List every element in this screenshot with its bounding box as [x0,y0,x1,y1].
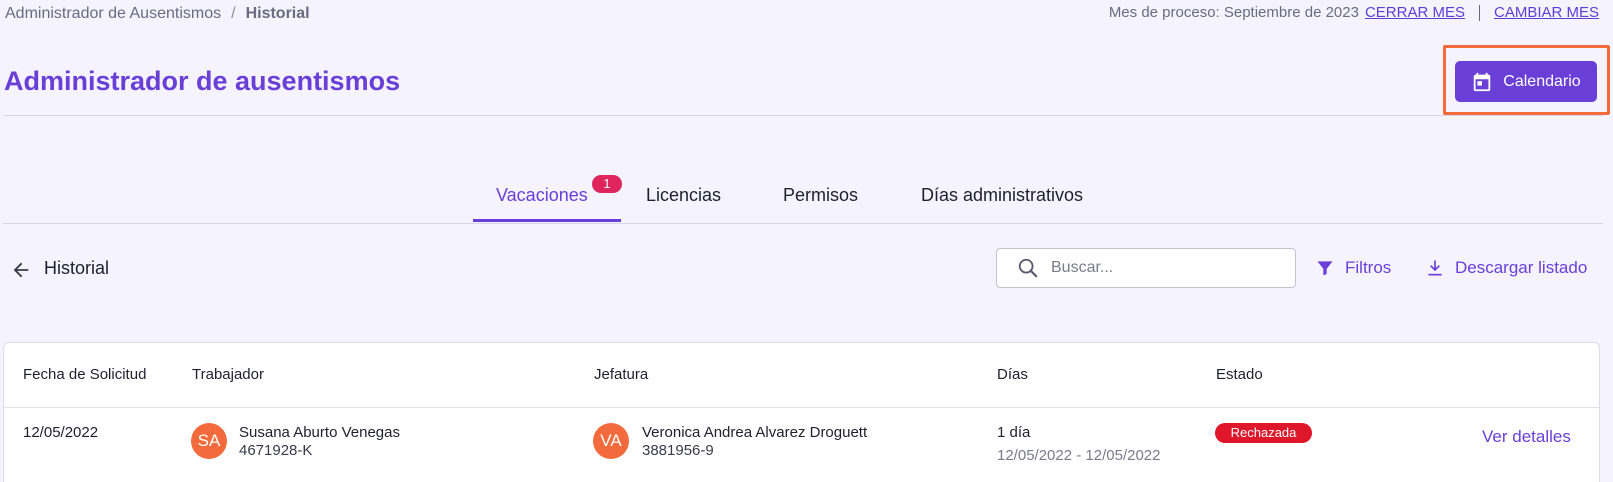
change-month-link[interactable]: CAMBIAR MES [1494,4,1599,21]
request-date: 12/05/2022 [23,424,99,441]
page-title: Administrador de ausentismos [4,66,401,96]
top-bar: Administrador de Ausentismos / Historial… [0,0,1613,26]
process-month-label: Mes de proceso: Septiembre de 2023 [1108,4,1359,21]
worker-id: 4671928-K [239,442,313,459]
status-badge: Rechazada [1215,423,1312,443]
breadcrumb-separator: / [231,5,236,22]
tab-badge: 1 [592,175,622,193]
section-title: Historial [44,258,110,278]
boss-id: 3881956-9 [642,442,714,459]
calendar-button-label: Calendario [1503,72,1581,90]
avatar: VA [593,423,629,459]
filters-label: Filtros [1345,258,1392,277]
tab-permisos[interactable]: Permisos [783,185,858,206]
header-divider [3,115,1603,116]
history-table: Fecha de Solicitud Trabajador Jefatura D… [3,342,1600,482]
breadcrumb-root[interactable]: Administrador de Ausentismos [5,5,221,23]
column-header-estado: Estado [1216,366,1263,383]
date-range: 12/05/2022 - 12/05/2022 [997,447,1161,464]
search-box[interactable] [996,248,1296,288]
arrow-left-icon[interactable] [10,259,32,281]
close-month-link[interactable]: CERRAR MES [1365,4,1465,21]
header-rule [4,407,1599,408]
section-toolbar: Historial Filtros Descargar listado [0,245,1613,290]
days-count: 1 día [997,424,1031,441]
process-month-bar: Mes de proceso: Septiembre de 2023 CERRA… [1109,4,1599,21]
tabs-divider [3,223,1603,224]
column-header-trabajador: Trabajador [192,366,264,383]
column-header-jefatura: Jefatura [594,366,649,383]
active-tab-indicator [473,219,621,222]
calendar-button[interactable]: Calendario [1455,61,1597,102]
search-icon [1018,258,1038,278]
breadcrumb: Administrador de Ausentismos / Historial [5,5,310,23]
download-label: Descargar listado [1455,258,1588,277]
view-details-link[interactable]: Ver detalles [1482,427,1571,447]
worker-name: Susana Aburto Venegas [239,424,400,441]
calendar-icon [1474,72,1491,91]
filter-icon [1317,261,1333,276]
breadcrumb-current: Historial [245,5,310,22]
tab-vacaciones[interactable]: Vacaciones [496,185,588,206]
search-input[interactable] [1051,259,1281,277]
tab-licencias[interactable]: Licencias [646,185,721,206]
tab-dias-administrativos[interactable]: Días administrativos [921,185,1083,206]
boss-name: Veronica Andrea Alvarez Droguett [642,424,868,441]
divider [1478,4,1480,21]
avatar: SA [191,423,227,459]
download-list-button[interactable]: Descargar listado [1425,257,1587,279]
column-header-fecha: Fecha de Solicitud [23,366,147,383]
column-header-dias: Días [997,366,1028,383]
tab-bar: Vacaciones 1 Licencias Permisos Días adm… [0,175,1613,224]
filters-button[interactable]: Filtros [1315,257,1391,279]
download-icon [1428,260,1442,276]
